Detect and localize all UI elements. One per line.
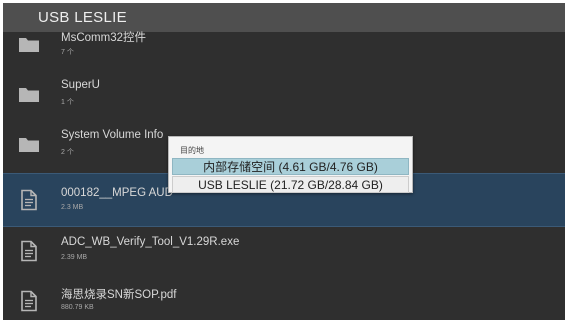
file-name: System Volume Info — [61, 129, 164, 141]
list-item[interactable]: MsComm32控件 7 个 — [3, 20, 565, 68]
file-name: ADC_WB_Verify_Tool_V1.29R.exe — [61, 236, 240, 248]
file-icon — [21, 290, 37, 312]
file-meta: 7 个 — [61, 49, 74, 56]
file-meta: 1 个 — [61, 99, 74, 106]
list-item[interactable]: ADC_WB_Verify_Tool_V1.29R.exe 2.39 MB — [3, 227, 565, 275]
folder-icon — [19, 38, 39, 52]
folder-icon — [19, 138, 39, 152]
file-icon — [21, 240, 37, 262]
list-item[interactable]: 海思烧录SN新SOP.pdf 880.79 KB — [3, 277, 565, 320]
file-meta: 2.3 MB — [61, 204, 84, 211]
destination-option-internal-storage[interactable]: 内部存储空间 (4.61 GB/4.76 GB) — [172, 158, 409, 175]
dialog-title: 目的地 — [180, 146, 204, 155]
file-name: 000182__MPEG AUD — [61, 187, 173, 199]
file-meta: 2.39 MB — [61, 254, 88, 261]
file-name: 海思烧录SN新SOP.pdf — [61, 289, 177, 301]
file-meta: 2 个 — [61, 149, 74, 156]
destination-option-usb-leslie[interactable]: USB LESLIE (21.72 GB/28.84 GB) — [172, 176, 409, 193]
list-item[interactable]: SuperU 1 个 — [3, 70, 565, 118]
folder-icon — [19, 88, 39, 102]
destination-dialog: 目的地 内部存储空间 (4.61 GB/4.76 GB) USB LESLIE … — [168, 136, 413, 193]
file-meta: 880.79 KB — [61, 304, 94, 311]
file-icon — [21, 189, 37, 211]
file-name: SuperU — [61, 79, 100, 91]
file-name: MsComm32控件 — [61, 32, 146, 44]
file-manager-screen: USB LESLIE MsComm32控件 7 个 SuperU 1 个 Sys… — [3, 3, 565, 320]
